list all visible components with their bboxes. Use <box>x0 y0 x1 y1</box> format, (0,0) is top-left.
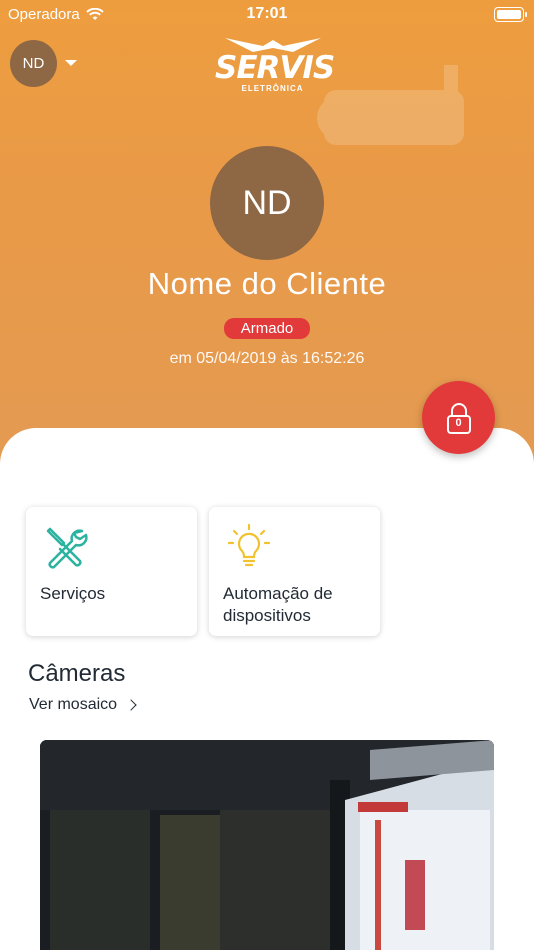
camera-snapshot <box>40 740 494 950</box>
services-label: Serviços <box>40 584 106 603</box>
clock: 17:01 <box>246 5 288 22</box>
view-mosaic-link[interactable]: Ver mosaico <box>29 696 137 714</box>
cameras-title: Câmeras <box>28 660 126 687</box>
account-avatar[interactable]: ND <box>10 40 57 87</box>
tools-icon <box>46 527 88 569</box>
arm-lock-button[interactable]: 0 <box>422 381 495 454</box>
services-card[interactable]: Serviços <box>26 507 197 636</box>
status-badge: Armado <box>224 318 310 339</box>
logo-subtext: ELETRÔNICA <box>241 84 304 93</box>
profile-avatar: ND <box>210 146 324 260</box>
status-bar: Operadora 17:01 <box>0 0 534 30</box>
chevron-right-icon <box>125 699 137 711</box>
camera-feed[interactable] <box>40 740 494 950</box>
client-name: Nome do Cliente <box>147 266 387 301</box>
battery-icon <box>494 7 527 22</box>
view-mosaic-label: Ver mosaico <box>29 696 118 713</box>
servis-logo: SERVIS ELETRÔNICA <box>215 36 335 94</box>
chevron-down-icon[interactable] <box>65 60 77 66</box>
lock-count: 0 <box>455 417 462 429</box>
automation-card[interactable]: Automação de dispositivos <box>209 507 380 636</box>
lightbulb-icon <box>227 523 271 567</box>
automation-label: Automação de dispositivos <box>223 584 333 625</box>
status-timestamp: em 05/04/2019 às 16:52:26 <box>169 350 365 367</box>
logo-text: SERVIS <box>215 50 335 86</box>
